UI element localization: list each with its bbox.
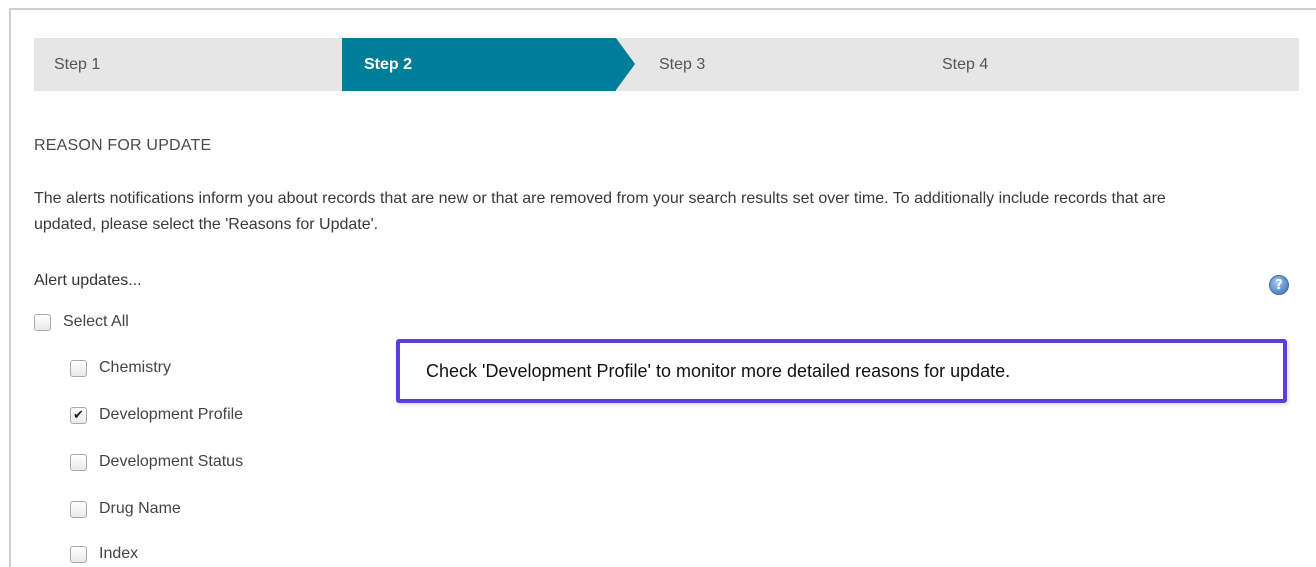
drug-name-checkbox-row[interactable]: Drug Name: [70, 500, 181, 518]
development-profile-checkbox-row[interactable]: ✔ Development Profile: [70, 406, 243, 424]
checkbox-label: Development Profile: [99, 406, 244, 423]
section-title: REASON FOR UPDATE: [34, 137, 212, 154]
wizard-step-bar: Step 1 Step 2 Step 3 Step 4: [34, 38, 1299, 91]
step-1-tab[interactable]: Step 1: [34, 38, 342, 91]
help-icon[interactable]: ?: [1269, 275, 1289, 295]
step-2-tab-active[interactable]: Step 2: [342, 38, 635, 91]
select-all-checkbox[interactable]: [34, 313, 51, 331]
drug-name-checkbox[interactable]: [70, 500, 87, 518]
step-label: Step 2: [364, 55, 413, 73]
checkbox-label: Drug Name: [99, 500, 181, 517]
select-all-checkbox-row[interactable]: Select All: [34, 313, 129, 331]
development-status-checkbox-row[interactable]: Development Status: [70, 453, 243, 471]
checkbox-label: Select All: [63, 313, 129, 330]
step-label: Step 3: [659, 55, 706, 73]
development-profile-checkbox[interactable]: ✔: [70, 406, 87, 424]
chemistry-checkbox[interactable]: [70, 359, 87, 377]
chemistry-checkbox-row[interactable]: Chemistry: [70, 359, 171, 377]
step-label: Step 1: [54, 55, 101, 73]
check-mark-icon: ✔: [73, 407, 84, 423]
annotation-callout: Check 'Development Profile' to monitor m…: [396, 339, 1287, 403]
index-checkbox[interactable]: [70, 545, 87, 563]
step-3-tab[interactable]: Step 3: [616, 38, 942, 91]
callout-text: Check 'Development Profile' to monitor m…: [426, 360, 1011, 381]
content-frame: [9, 8, 1316, 567]
step-4-tab[interactable]: Step 4: [942, 38, 988, 91]
step-label: Step 4: [942, 55, 989, 73]
development-status-checkbox[interactable]: [70, 453, 87, 471]
alert-updates-label: Alert updates...: [34, 272, 142, 289]
checkbox-label: Chemistry: [99, 359, 172, 376]
index-checkbox-row[interactable]: Index: [70, 545, 138, 563]
checkbox-label: Index: [99, 545, 139, 562]
intro-text: The alerts notifications inform you abou…: [34, 190, 1166, 233]
checkbox-label: Development Status: [99, 453, 244, 470]
